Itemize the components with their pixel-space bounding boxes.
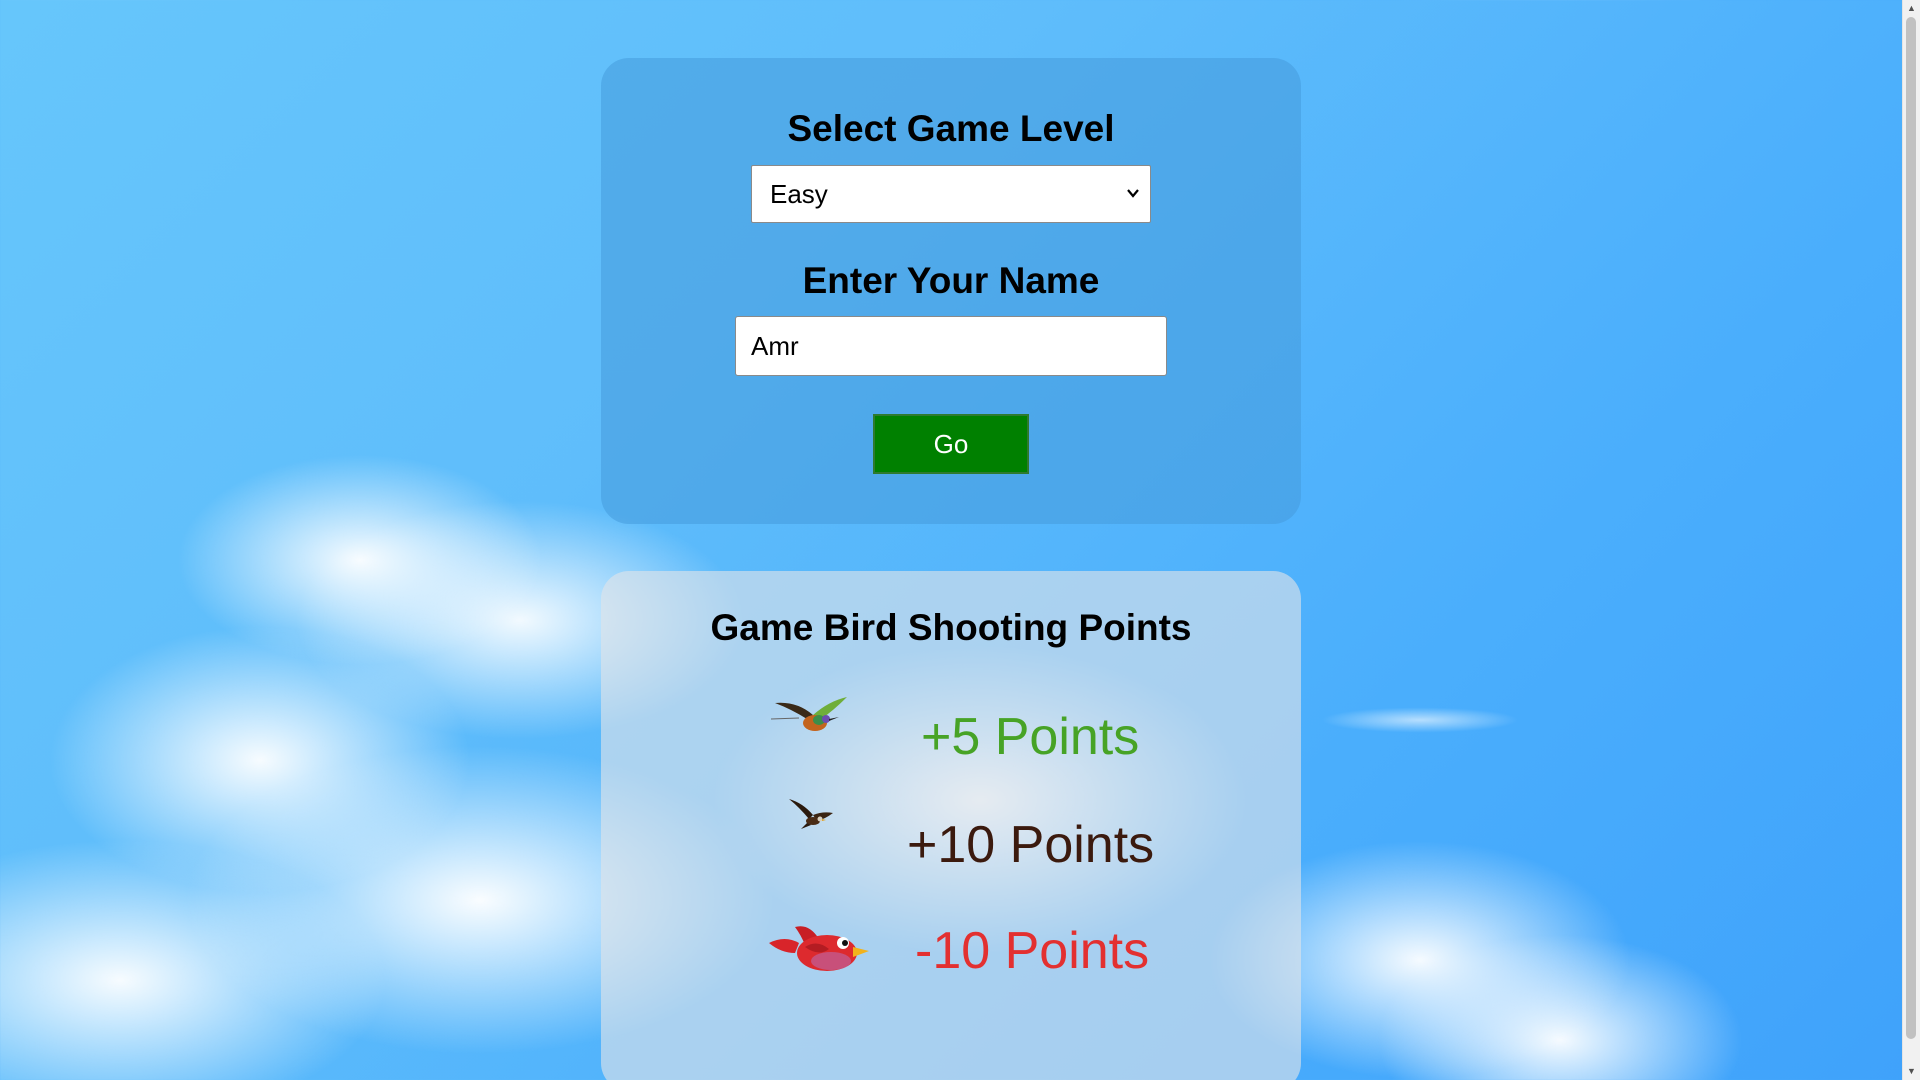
level-heading: Select Game Level xyxy=(787,108,1115,149)
eagle-icon xyxy=(789,799,833,829)
hummingbird-icon xyxy=(770,697,847,731)
red-bird-icon xyxy=(769,926,869,971)
scroll-down-icon[interactable]: ▼ xyxy=(1903,1063,1920,1080)
name-input[interactable]: Amr xyxy=(735,316,1167,376)
level-form-panel: Select Game Level Easy Enter Your Name A… xyxy=(601,58,1301,524)
points-label-5: +5 Points xyxy=(921,708,1140,766)
points-label-minus-10: -10 Points xyxy=(915,922,1150,980)
scrollbar[interactable]: ▲ ▼ xyxy=(1902,0,1920,1080)
points-panel: Game Bird Shooting Points +5 Points +10 … xyxy=(601,571,1301,1080)
points-label-10: +10 Points xyxy=(907,816,1155,874)
scroll-thumb[interactable] xyxy=(1906,17,1916,1039)
chevron-down-icon xyxy=(1127,189,1139,198)
level-select-value: Easy xyxy=(770,179,828,209)
level-select[interactable]: Easy xyxy=(751,165,1151,223)
name-heading: Enter Your Name xyxy=(802,260,1100,301)
points-heading: Game Bird Shooting Points xyxy=(710,607,1192,648)
scroll-up-icon[interactable]: ▲ xyxy=(1903,0,1920,17)
go-button[interactable]: Go xyxy=(873,414,1029,474)
